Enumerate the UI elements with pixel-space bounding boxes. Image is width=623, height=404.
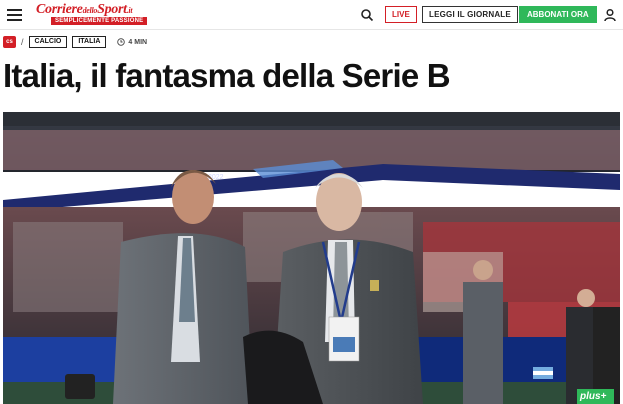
logo-tagline: SEMPLICEMENTE PASSIONE <box>51 17 148 25</box>
article-title: Italia, il fantasma della Serie B <box>3 57 451 94</box>
read-time: 4 MIN <box>117 38 147 46</box>
tag-calcio[interactable]: CALCIO <box>28 36 68 48</box>
plus-badge[interactable]: plus+ <box>577 389 614 404</box>
breadcrumb-separator: / <box>21 37 24 47</box>
user-icon[interactable] <box>603 8 617 22</box>
section-badge[interactable]: cs <box>3 36 16 48</box>
read-time-label: 4 MIN <box>128 38 148 46</box>
breadcrumb: cs / CALCIO ITALIA 4 MIN <box>3 35 147 49</box>
clock-icon <box>117 38 126 46</box>
live-button[interactable]: LIVE <box>385 6 417 23</box>
subscribe-button[interactable]: ABBONATI ORA <box>519 6 597 23</box>
logo-wordmark: CorrieredelloSport.it <box>36 2 133 17</box>
tag-italia[interactable]: ITALIA <box>72 36 107 48</box>
site-logo[interactable]: CorrieredelloSport.it SEMPLICEMENTE PASS… <box>36 2 148 26</box>
search-icon[interactable] <box>360 8 374 22</box>
hero-image[interactable]: 2022 plus+ <box>3 112 620 404</box>
site-header: CorrieredelloSport.it SEMPLICEMENTE PASS… <box>0 0 623 30</box>
read-newspaper-button[interactable]: LEGGI IL GIORNALE <box>422 6 518 23</box>
menu-icon[interactable] <box>7 9 22 21</box>
